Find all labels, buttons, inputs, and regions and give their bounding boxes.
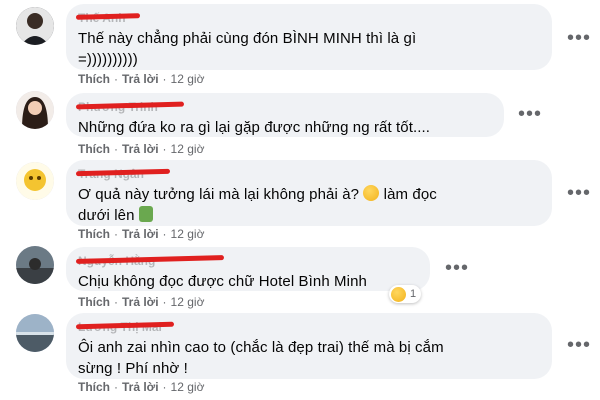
- comment-text: Ơ quả này tưởng lái mà lại không phải à?…: [78, 185, 437, 224]
- comment-actions: Thích · Trả lời · 12 giờ: [78, 72, 205, 86]
- reaction-count[interactable]: 1: [389, 285, 422, 303]
- avatar-photo: [16, 91, 54, 129]
- zombie-emoji: [138, 206, 153, 222]
- comment-actions: Thích · Trả lời · 12 giờ: [78, 142, 205, 156]
- comment-bubble: Lương Thị Mai Ôi anh zai nhìn cao to (ch…: [66, 313, 552, 379]
- comment-bubble: Nguyễn Hằng Chịu không đọc được chữ Hote…: [66, 247, 430, 291]
- comment-author[interactable]: Trang Ngân: [75, 167, 540, 181]
- like-button[interactable]: Thích: [78, 227, 110, 241]
- avatar[interactable]: [16, 162, 54, 200]
- comment-bubble: Trang Ngân Ơ quả này tưởng lái mà lại kh…: [66, 160, 552, 226]
- comment-time[interactable]: 12 giờ: [171, 142, 205, 156]
- comment-time[interactable]: 12 giờ: [171, 295, 205, 309]
- redaction-scribble: [75, 13, 141, 20]
- avatar-photo: [16, 7, 54, 45]
- like-button[interactable]: Thích: [78, 72, 110, 86]
- reply-button[interactable]: Trả lời: [122, 380, 159, 394]
- more-options-button[interactable]: •••: [567, 28, 591, 48]
- comment-bubble: Thế Anh Thế này chẳng phải cùng đón BÌNH…: [66, 4, 552, 70]
- comment-author[interactable]: Phương Trinh: [75, 100, 492, 114]
- avatar[interactable]: [16, 314, 54, 352]
- comment-text: Những đứa ko ra gì lại gặp được những ng…: [78, 119, 431, 136]
- comment-author[interactable]: Thế Anh: [75, 11, 540, 25]
- comment-time[interactable]: 12 giờ: [171, 72, 205, 86]
- comment-actions: Thích · Trả lời · 12 giờ: [78, 227, 205, 241]
- avatar[interactable]: [16, 91, 54, 129]
- comment-text: Ôi anh zai nhìn cao to (chắc là đẹp trai…: [78, 339, 444, 377]
- avatar-photo: [16, 314, 54, 352]
- reply-button[interactable]: Trả lời: [122, 142, 159, 156]
- avatar-photo: [16, 162, 54, 200]
- avatar-photo: [16, 246, 54, 284]
- reply-button[interactable]: Trả lời: [122, 72, 159, 86]
- reply-button[interactable]: Trả lời: [122, 227, 159, 241]
- comment-actions: Thích · Trả lời · 12 giờ: [78, 295, 205, 309]
- sad-reaction-emoji: [391, 286, 406, 302]
- sweat-smile-emoji: [363, 185, 380, 201]
- comment-actions: Thích · Trả lời · 12 giờ: [78, 380, 205, 394]
- avatar[interactable]: [16, 7, 54, 45]
- like-button[interactable]: Thích: [78, 295, 110, 309]
- comment-text: Chịu không đọc được chữ Hotel Bình Minh: [78, 273, 367, 290]
- comment-author[interactable]: Nguyễn Hằng: [75, 254, 418, 268]
- like-button[interactable]: Thích: [78, 142, 110, 156]
- more-options-button[interactable]: •••: [567, 183, 591, 203]
- comment-author[interactable]: Lương Thị Mai: [75, 320, 540, 334]
- more-options-button[interactable]: •••: [518, 104, 542, 124]
- like-button[interactable]: Thích: [78, 380, 110, 394]
- comment-bubble: Phương Trinh Những đứa ko ra gì lại gặp …: [66, 93, 504, 137]
- more-options-button[interactable]: •••: [445, 258, 469, 278]
- more-options-button[interactable]: •••: [567, 335, 591, 355]
- avatar[interactable]: [16, 246, 54, 284]
- comment-time[interactable]: 12 giờ: [171, 380, 205, 394]
- reply-button[interactable]: Trả lời: [122, 295, 159, 309]
- comment-text: Thế này chẳng phải cùng đón BÌNH MINH th…: [78, 30, 417, 68]
- comment-time[interactable]: 12 giờ: [171, 227, 205, 241]
